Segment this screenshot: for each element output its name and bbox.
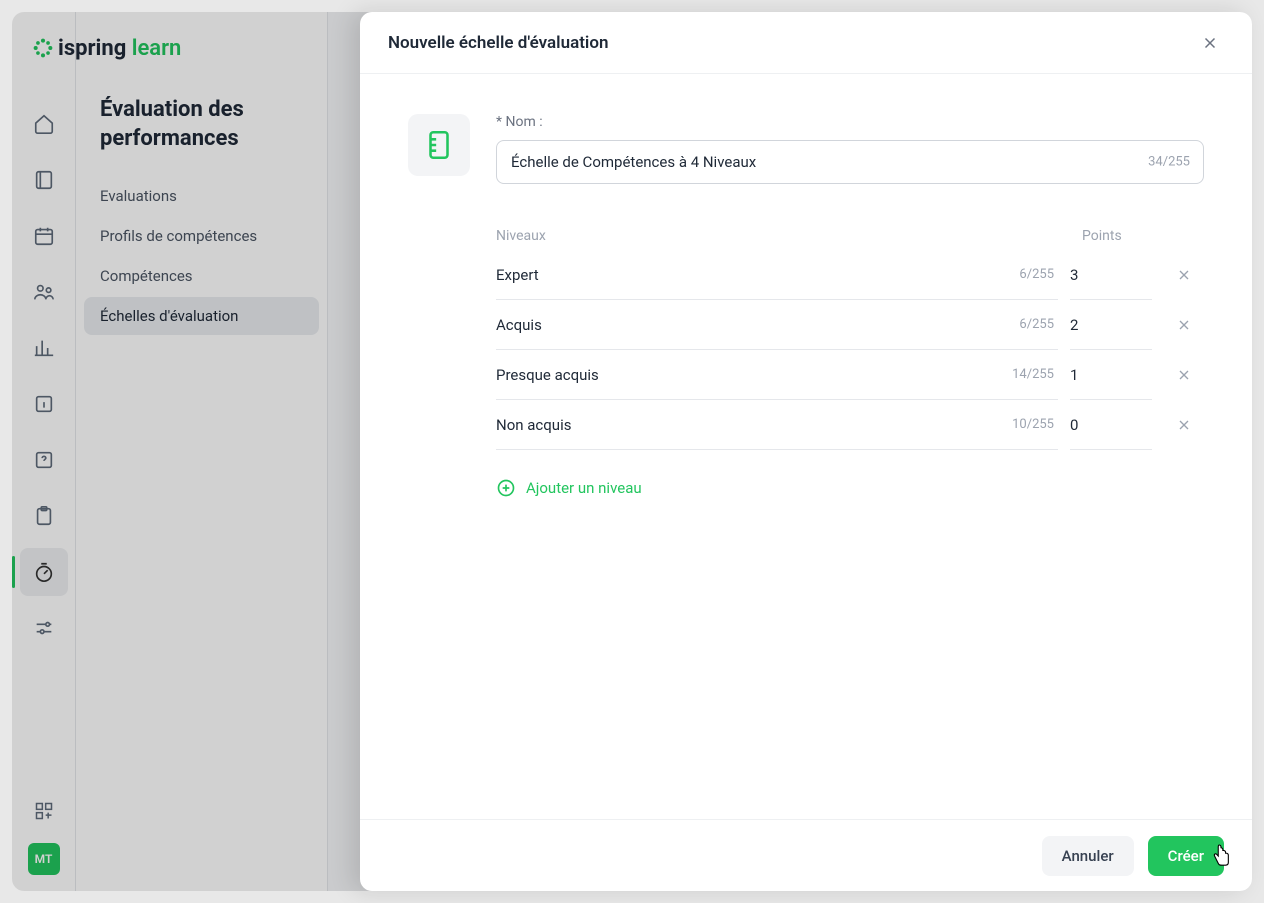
level-char-count: 6/255 (1019, 267, 1058, 282)
add-level-label: Ajouter un niveau (526, 479, 642, 497)
level-points-input[interactable] (1070, 266, 1152, 284)
level-name-input[interactable] (496, 266, 1019, 284)
level-points-input[interactable] (1070, 366, 1152, 384)
level-char-count: 6/255 (1019, 317, 1058, 332)
name-label: * Nom : (496, 114, 1204, 130)
new-scale-modal: Nouvelle échelle d'évaluation * Nom : 34… (360, 12, 1252, 891)
level-row: 6/255 (496, 250, 1204, 300)
close-button[interactable] (1196, 29, 1224, 57)
delete-level-button[interactable] (1164, 417, 1204, 433)
level-name-input[interactable] (496, 366, 1012, 384)
name-char-count: 34/255 (1148, 155, 1190, 170)
level-row: 14/255 (496, 350, 1204, 400)
close-icon (1176, 267, 1192, 283)
modal-title: Nouvelle échelle d'évaluation (388, 33, 608, 53)
levels-column-header: Niveaux (496, 228, 1082, 244)
level-name-input[interactable] (496, 316, 1019, 334)
delete-level-button[interactable] (1164, 367, 1204, 383)
delete-level-button[interactable] (1164, 317, 1204, 333)
level-points-input[interactable] (1070, 316, 1152, 334)
level-points-input[interactable] (1070, 416, 1152, 434)
plus-circle-icon (496, 478, 516, 498)
add-level-button[interactable]: Ajouter un niveau (496, 478, 1204, 498)
ruler-icon (408, 114, 470, 176)
close-icon (1176, 417, 1192, 433)
points-column-header: Points (1082, 228, 1164, 244)
level-row: 10/255 (496, 400, 1204, 450)
create-button[interactable]: Créer (1148, 836, 1224, 876)
close-icon (1176, 317, 1192, 333)
level-row: 6/255 (496, 300, 1204, 350)
name-input[interactable] (496, 140, 1204, 184)
close-icon (1201, 34, 1219, 52)
level-char-count: 10/255 (1012, 417, 1058, 432)
close-icon (1176, 367, 1192, 383)
level-name-input[interactable] (496, 416, 1012, 434)
level-char-count: 14/255 (1012, 367, 1058, 382)
delete-level-button[interactable] (1164, 267, 1204, 283)
cancel-button[interactable]: Annuler (1042, 836, 1134, 876)
